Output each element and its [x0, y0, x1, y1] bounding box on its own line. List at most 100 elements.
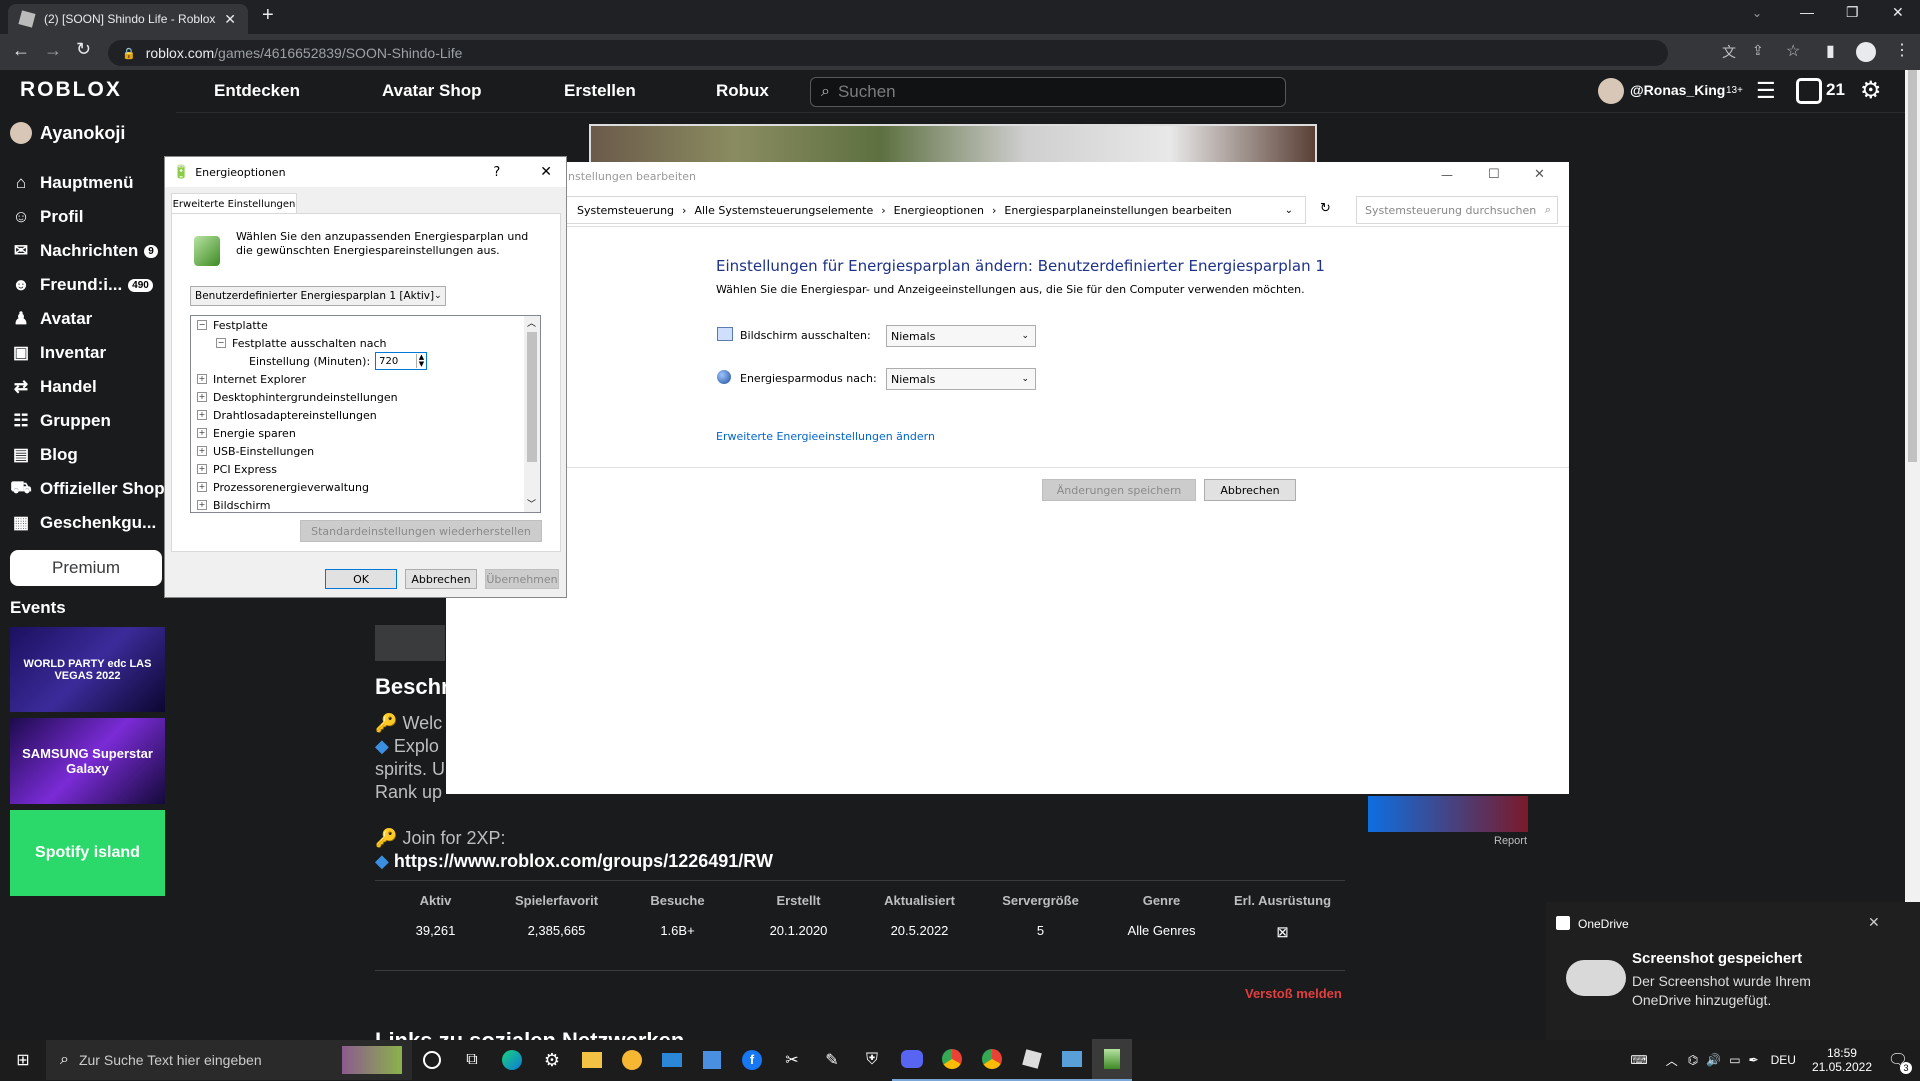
nav-discover[interactable]: Entdecken — [214, 81, 300, 101]
premium-button[interactable]: Premium — [10, 550, 162, 586]
bookmark-star-icon[interactable]: ☆ — [1786, 41, 1800, 61]
sidebar-item-giftcards[interactable]: ▦ Geschenkgu... — [10, 508, 176, 538]
settings-gear-icon[interactable]: ⚙ — [532, 1040, 572, 1080]
page-scrollbar[interactable] — [1905, 70, 1920, 1040]
cp-address-bar[interactable]: Systemsteuerung › Alle Systemsteuerungse… — [446, 196, 1306, 224]
breadcrumb-item[interactable]: Energiesparplaneinstellungen bearbeiten — [1004, 204, 1231, 217]
event-banner-edc[interactable]: WORLD PARTY edc LAS VEGAS 2022 — [10, 627, 165, 712]
toast-close-icon[interactable]: ✕ — [1868, 914, 1880, 931]
edge-icon[interactable] — [492, 1040, 532, 1080]
task-view-icon[interactable]: ⧉ — [452, 1040, 492, 1080]
restore-icon[interactable]: ❐ — [1846, 4, 1859, 21]
user-avatar-icon[interactable] — [1598, 78, 1624, 104]
tree-scrollbar[interactable]: ︿ ﹀ — [524, 316, 540, 512]
file-explorer-icon[interactable] — [572, 1040, 612, 1080]
scroll-up-icon[interactable]: ︿ — [527, 316, 536, 329]
breadcrumb-item[interactable]: Alle Systemsteuerungselemente — [694, 204, 873, 217]
roblox-app-icon[interactable] — [1012, 1039, 1052, 1081]
cp-cancel-button[interactable]: Abbrechen — [1204, 479, 1296, 501]
cp-search-input[interactable]: Systemsteuerung durchsuchen ⌕ — [1356, 196, 1558, 224]
robux-icon[interactable] — [1796, 78, 1822, 104]
power-options-icon[interactable] — [1092, 1039, 1132, 1081]
tree-toggle-icon[interactable]: + — [197, 482, 207, 492]
back-icon[interactable]: ← — [12, 40, 30, 61]
report-link[interactable]: Report — [1494, 835, 1527, 847]
address-bar[interactable]: 🔒 roblox.com /games/4616652839/SOON-Shin… — [108, 40, 1668, 66]
cp-minimize-icon[interactable]: — — [1441, 168, 1453, 182]
reload-icon[interactable]: ↻ — [76, 39, 91, 60]
sidebar-item-inventory[interactable]: ▣ Inventar — [10, 338, 176, 368]
tree-row[interactable]: + Prozessorenergieverwaltung — [197, 478, 517, 496]
nav-robux[interactable]: Robux — [716, 81, 769, 101]
menu-kebab-icon[interactable]: ⋮ — [1894, 40, 1910, 60]
event-banner-spotify[interactable]: Spotify island — [10, 810, 165, 896]
action-center-icon[interactable]: 🗨 3 — [1886, 1048, 1912, 1074]
event-banner-samsung[interactable]: SAMSUNG Superstar Galaxy — [10, 718, 165, 804]
breadcrumb-item[interactable]: Energieoptionen — [894, 204, 984, 217]
tree-row[interactable]: + Energie sparen — [197, 424, 517, 442]
cp-refresh-icon[interactable]: ↻ — [1320, 201, 1331, 216]
taskbar-search[interactable]: ⌕ Zur Suche Text hier eingeben — [46, 1040, 412, 1080]
facebook-icon[interactable]: f — [732, 1040, 772, 1080]
ok-button[interactable]: OK — [325, 569, 397, 589]
minutes-spinbox[interactable]: 720 ▲ ▼ — [375, 352, 428, 370]
header-username[interactable]: @Ronas_King — [1630, 82, 1725, 98]
help-button[interactable]: ? — [493, 165, 500, 180]
tree-toggle-icon[interactable]: + — [197, 464, 207, 474]
chrome-profile-icon[interactable] — [972, 1039, 1012, 1081]
sleep-select[interactable]: Niemals ⌄ — [886, 368, 1036, 390]
apply-button[interactable]: Übernehmen — [485, 569, 559, 589]
scrollbar-thumb[interactable] — [527, 332, 537, 462]
sidebar-item-friends[interactable]: ☻ Freund:i... 490 — [10, 270, 176, 300]
dialog-close-icon[interactable]: ✕ — [540, 164, 552, 180]
advanced-settings-link[interactable]: Erweiterte Energieeinstellungen ändern — [716, 430, 935, 443]
sidebar-item-trade[interactable]: ⇄ Handel — [10, 372, 176, 402]
tree-row[interactable]: + USB-Einstellungen — [197, 442, 517, 460]
clock[interactable]: 18:59 21.05.2022 — [1812, 1046, 1872, 1074]
settings-gear-icon[interactable]: ⚙ — [1860, 76, 1882, 105]
cp-close-icon[interactable]: ✕ — [1534, 167, 1545, 182]
tree-toggle-icon[interactable]: + — [197, 392, 207, 402]
security-shield-icon[interactable]: ⛨ — [852, 1040, 892, 1080]
tree-row[interactable]: + Internet Explorer — [197, 370, 517, 388]
profile-avatar-icon[interactable] — [1856, 42, 1876, 62]
display-off-select[interactable]: Niemals ⌄ — [886, 325, 1036, 347]
sidebar-item-shop[interactable]: ⛟ Offizieller Shop — [10, 474, 176, 504]
nav-avatar-shop[interactable]: Avatar Shop — [382, 81, 482, 101]
share-icon[interactable]: ⇪ — [1752, 42, 1764, 59]
sidebar-item-avatar[interactable]: ♟ Avatar — [10, 304, 176, 334]
cp-maximize-icon[interactable]: ☐ — [1488, 167, 1500, 182]
forward-icon[interactable]: → — [44, 40, 62, 61]
tab-close-icon[interactable]: ✕ — [224, 11, 236, 28]
start-button[interactable]: ⊞ — [0, 1040, 46, 1080]
tree-row[interactable]: − Festplatte ausschalten nach — [197, 334, 517, 352]
tree-toggle-icon[interactable]: − — [197, 320, 207, 330]
snipping-tool-icon[interactable]: ✂ — [772, 1040, 812, 1080]
roblox-search-input[interactable]: ⌕ Suchen — [810, 77, 1286, 107]
new-tab-button[interactable]: + — [262, 4, 274, 27]
sidebar-item-messages[interactable]: ✉ Nachrichten 9 — [10, 236, 176, 266]
tree-toggle-icon[interactable]: − — [216, 338, 226, 348]
scroll-down-icon[interactable]: ﹀ — [527, 497, 536, 510]
tab-search-icon[interactable]: ⌄ — [1752, 6, 1762, 20]
browser-tab[interactable]: (2) [SOON] Shindo Life - Roblox ✕ — [8, 4, 248, 34]
language-indicator[interactable]: DEU — [1771, 1053, 1796, 1067]
translate-icon[interactable]: 文 — [1722, 42, 1736, 62]
volume-icon[interactable]: 🔊 — [1706, 1053, 1721, 1067]
report-abuse-link[interactable]: Verstoß melden — [1245, 986, 1342, 1001]
tree-row[interactable]: + PCI Express — [197, 460, 517, 478]
network-icon[interactable]: ⌬ — [1688, 1053, 1698, 1067]
tree-toggle-icon[interactable]: + — [197, 500, 207, 510]
server-thumb[interactable] — [1368, 796, 1528, 832]
pen-icon[interactable]: ✎ — [812, 1040, 852, 1080]
control-panel-icon[interactable] — [1052, 1039, 1092, 1081]
battery-icon[interactable]: ▭ — [1729, 1053, 1740, 1067]
keyboard-icon[interactable]: ⌨ — [1630, 1053, 1647, 1067]
roblox-logo[interactable]: ROBLOX — [20, 78, 122, 102]
sidebar-item-groups[interactable]: ☷ Gruppen — [10, 406, 176, 436]
tree-row[interactable]: + Bildschirm — [197, 496, 517, 512]
store-icon[interactable] — [692, 1040, 732, 1080]
nav-create[interactable]: Erstellen — [564, 81, 636, 101]
sidebar-item-profile[interactable]: ☺ Profil — [10, 202, 176, 232]
onedrive-toast[interactable]: OneDrive ✕ Screenshot gespeichert Der Sc… — [1546, 902, 1920, 1040]
